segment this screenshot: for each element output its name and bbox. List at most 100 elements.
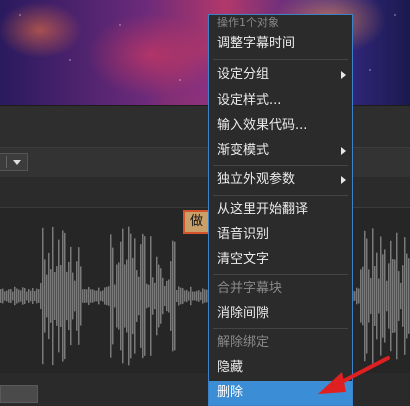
waveform-bar [128, 226, 130, 366]
waveform-bar [138, 276, 140, 316]
waveform-bar [52, 226, 54, 366]
menu-item-unbind[interactable]: 解除绑定 [209, 331, 352, 355]
waveform-bar [76, 261, 78, 331]
waveform-bar [12, 291, 14, 301]
waveform-bar [30, 290, 32, 302]
waveform-bar [392, 259, 394, 333]
waveform-bar [144, 236, 146, 356]
menu-item-set-group[interactable]: 设定分组 [209, 63, 352, 87]
waveform-bar [162, 277, 164, 315]
chevron-down-icon [13, 160, 21, 165]
waveform-bar [362, 266, 364, 326]
waveform-bar [106, 286, 108, 306]
menu-item-adjust-time[interactable]: 调整字幕时间 [209, 32, 352, 56]
waveform-bar [372, 228, 374, 364]
waveform-bar [66, 271, 68, 321]
dropdown-separator [6, 156, 7, 168]
waveform-bar [92, 289, 94, 303]
waveform-bar [42, 227, 44, 365]
waveform-bar [68, 261, 70, 331]
waveform-bar [368, 269, 370, 323]
menu-item-label: 渐变模式 [217, 143, 270, 158]
menu-separator [213, 195, 348, 196]
menu-item-effect-code[interactable]: 输入效果代码... [209, 114, 352, 138]
waveform-bar [40, 282, 42, 310]
waveform-bar [82, 289, 84, 303]
context-menu: 操作1个对象 调整字幕时间 设定分组 设定样式... 输入效果代码... 渐变模… [208, 14, 353, 406]
menu-item-merge-blocks[interactable]: 合并字幕块 [209, 277, 352, 301]
waveform-bar [136, 270, 138, 322]
menu-item-speech-recognition[interactable]: 语音识别 [209, 223, 352, 247]
waveform-bar [80, 266, 82, 326]
submenu-arrow-icon [341, 176, 346, 184]
waveform-bar [202, 288, 204, 304]
waveform-bar [56, 266, 58, 326]
waveform-bar [364, 230, 366, 362]
waveform-bar [402, 265, 404, 327]
waveform-bar [192, 291, 194, 301]
waveform-bar [26, 291, 28, 301]
menu-item-gradient-mode[interactable]: 渐变模式 [209, 139, 352, 163]
menu-separator [213, 274, 348, 275]
waveform-bar [8, 289, 10, 303]
waveform-bar [134, 238, 136, 354]
menu-item-appearance[interactable]: 独立外观参数 [209, 168, 352, 192]
waveform-bar [404, 237, 406, 355]
submenu-arrow-icon [341, 71, 346, 79]
waveform-bar [86, 289, 88, 303]
waveform-bar [158, 264, 160, 328]
waveform-bar [360, 269, 362, 323]
waveform-bar [178, 286, 180, 306]
waveform-bar [24, 288, 26, 304]
waveform-bar [186, 289, 188, 303]
waveform-bar [154, 282, 156, 310]
waveform-bar [20, 290, 22, 302]
menu-item-clear-text[interactable]: 清空文字 [209, 248, 352, 272]
waveform-bar [168, 279, 170, 313]
waveform-bar [58, 239, 60, 353]
waveform-bar [170, 261, 172, 331]
waveform-bar [396, 232, 398, 360]
waveform-bar [22, 287, 24, 305]
waveform-bar [140, 244, 142, 348]
waveform-bar [126, 259, 128, 333]
waveform-bar [70, 246, 72, 346]
waveform-bar [46, 274, 48, 318]
waveform-bar [96, 290, 98, 302]
menu-item-set-style[interactable]: 设定样式... [209, 89, 352, 113]
waveform-bar [370, 278, 372, 314]
menu-item-delete[interactable]: 删除 [209, 381, 352, 405]
waveform-bar [6, 290, 8, 302]
waveform-bar [200, 291, 202, 301]
waveform-bar [132, 257, 134, 335]
waveform-bar [184, 290, 186, 302]
menu-item-hide[interactable]: 隐藏 [209, 356, 352, 380]
waveform-bar [108, 286, 110, 306]
waveform-bar [380, 236, 382, 356]
waveform-bar [386, 280, 388, 312]
waveform-bar [94, 290, 96, 302]
waveform-bar [104, 287, 106, 305]
waveform-bar [72, 272, 74, 320]
toolbar-dropdown[interactable] [0, 153, 28, 171]
waveform-bar [62, 230, 64, 362]
waveform-bar [84, 289, 86, 303]
waveform-bar [204, 289, 206, 303]
menu-header: 操作1个对象 [217, 16, 279, 29]
waveform-bar [354, 291, 356, 301]
waveform-bar [166, 280, 168, 312]
waveform-bar [172, 240, 174, 352]
waveform-bar [48, 252, 50, 340]
waveform-bar [130, 233, 132, 359]
waveform-bar [4, 291, 6, 301]
waveform-bar [366, 238, 368, 354]
waveform-bar [358, 288, 360, 304]
menu-item-remove-gaps[interactable]: 消除间隙 [209, 302, 352, 326]
waveform-bar [32, 287, 34, 305]
waveform-bar [74, 280, 76, 312]
waveform-bar [114, 284, 116, 308]
scrollbar-thumb[interactable] [0, 385, 38, 403]
menu-separator [213, 328, 348, 329]
menu-item-translate-from-here[interactable]: 从这里开始翻译 [209, 198, 352, 222]
waveform-bar [90, 289, 92, 303]
